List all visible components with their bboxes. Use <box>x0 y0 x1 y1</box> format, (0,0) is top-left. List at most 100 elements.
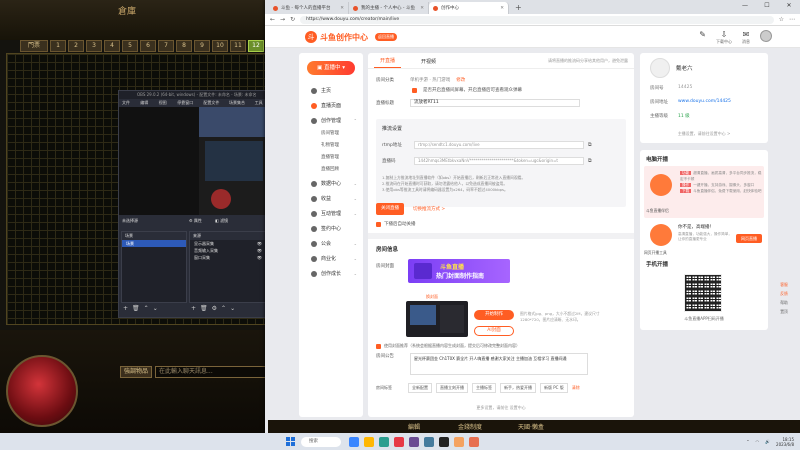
game-chat-input[interactable]: 在此輸入聊天訊息... <box>155 366 268 378</box>
category-edit-link[interactable]: 修改 <box>456 77 465 83</box>
sidebar-subitem[interactable]: 礼物管理 <box>299 140 363 152</box>
stash-tab[interactable]: 8 <box>176 40 192 52</box>
cover-thumbnail[interactable] <box>406 301 468 337</box>
live-title-input[interactable]: 流放者RT11 <box>410 99 580 107</box>
stash-tab-tickets[interactable]: 門票 <box>20 40 48 52</box>
close-icon[interactable]: ✕ <box>500 6 504 11</box>
stash-tab[interactable]: 6 <box>140 40 156 52</box>
profile-footer-link[interactable]: 主播设置，请前往设置中心 > <box>640 131 768 137</box>
scene-item[interactable]: 场景 <box>122 240 186 247</box>
obs-properties-button[interactable]: ⚙ 属性 <box>189 217 202 225</box>
taskbar-app-icon[interactable] <box>379 436 389 447</box>
back-to-top-button[interactable]: 置顶 <box>778 309 790 314</box>
stash-tab[interactable]: 2 <box>68 40 84 52</box>
stash-tab[interactable]: 11 <box>230 40 246 52</box>
profile-value[interactable]: www.douyu.com/14425 <box>678 99 731 105</box>
make-cover-button[interactable]: 开始制作 <box>474 310 514 320</box>
tag-chip[interactable]: 新手，热爱开播 <box>500 383 536 393</box>
stash-tab[interactable]: 4 <box>104 40 120 52</box>
close-icon[interactable]: ✕ <box>340 6 344 11</box>
eye-icon[interactable]: 👁 <box>257 240 262 247</box>
close-icon[interactable]: ✕ <box>420 6 424 11</box>
auto-close-checkbox[interactable] <box>376 221 381 227</box>
sidebar-item-guild[interactable]: 公会 ⌄ <box>299 236 363 251</box>
tag-chip[interactable]: 全新配置 <box>408 383 432 393</box>
stash-tab[interactable]: 5 <box>122 40 138 52</box>
tools-button[interactable]: ✎ <box>699 30 706 45</box>
taskbar-app-icon[interactable] <box>394 436 404 447</box>
forward-icon[interactable]: → <box>280 16 285 23</box>
source-item[interactable]: 显示器采集 👁 <box>190 240 266 247</box>
web-live-button[interactable]: 网页直播 <box>736 234 762 243</box>
tag-chip[interactable]: 主播标签 <box>472 383 496 393</box>
menu-icon[interactable]: ⋯ <box>789 16 795 23</box>
reload-icon[interactable]: ↻ <box>290 16 295 23</box>
gear-icon[interactable]: ⚙ <box>212 305 217 315</box>
obs-filters-button[interactable]: ◧ 滤镜 <box>215 217 228 225</box>
close-live-button[interactable]: 关闭直播 <box>376 203 404 215</box>
system-clock[interactable]: 18:15 2023/6/8 <box>776 437 794 447</box>
taskbar-app-icon[interactable] <box>439 436 449 447</box>
change-cover-link[interactable]: 换封面 <box>426 294 438 300</box>
taskbar-app-icon[interactable] <box>364 436 374 447</box>
browser-tab-active[interactable]: 创作中心 ✕ <box>429 2 509 14</box>
download-button[interactable]: ⇩ 下载中心 <box>716 30 732 45</box>
sidebar-item-income[interactable]: 收益 ⌄ <box>299 191 363 206</box>
notice-textarea[interactable]: 星光杯赛团金 Ch1T0X 赛全片 开人嗨直播 感谢大家关注 主播加油 互相学习… <box>410 353 588 375</box>
star-icon[interactable]: ☆ <box>779 16 784 23</box>
trash-icon[interactable]: 🗑 <box>200 305 208 315</box>
feedback-button[interactable]: 反馈 <box>778 291 790 296</box>
sidebar-subitem[interactable]: 房间管理 <box>299 128 363 140</box>
stash-tab[interactable]: 10 <box>212 40 228 52</box>
minimize-icon[interactable]: — <box>734 0 756 12</box>
obs-menu-item[interactable]: 文件(F) <box>122 99 134 112</box>
stash-tab[interactable]: 9 <box>194 40 210 52</box>
sidebar-item-growth[interactable]: 创作成长 ⌄ <box>299 266 363 281</box>
taskbar-search[interactable]: 搜索 <box>301 436 341 447</box>
more-settings-footer[interactable]: 更多设置，请前往 设置中心 <box>368 405 634 411</box>
stash-tab[interactable]: 3 <box>86 40 102 52</box>
tab-start-live[interactable]: 开直播 <box>374 57 402 68</box>
stream-key-input[interactable]: 1442hmqs3MEtbkvxaNnV********************… <box>414 157 584 165</box>
new-tab-button[interactable]: + <box>509 2 528 14</box>
clear-tags-link[interactable]: 清除 <box>572 385 580 391</box>
sidebar-subitem[interactable]: 直播管理 <box>299 152 363 164</box>
chevron-up-icon[interactable]: ⌃ <box>746 439 749 444</box>
back-icon[interactable]: ← <box>270 16 275 23</box>
eye-icon[interactable]: 👁 <box>257 247 262 254</box>
volume-icon[interactable]: 🔊 <box>765 439 770 444</box>
ai-cover-button[interactable]: AI封面 <box>474 326 514 336</box>
live-status-button[interactable]: ▣ 直播中 ▾ <box>307 61 355 75</box>
obs-menu-item[interactable]: 配置文件(P) <box>203 99 223 112</box>
taskbar-app-icon[interactable] <box>454 436 464 447</box>
wifi-icon[interactable]: ◠ <box>756 439 760 444</box>
url-input[interactable]: https://www.douyu.com/creator/main/live <box>300 15 774 24</box>
taskbar-app-icon[interactable] <box>424 436 434 447</box>
stash-tab[interactable]: 7 <box>158 40 174 52</box>
down-icon[interactable]: ⌄ <box>153 305 158 315</box>
back-to-live-badge[interactable]: 返回直播 <box>375 33 397 41</box>
sidebar-item-interaction[interactable]: 互动管理 ⌄ <box>299 206 363 221</box>
windows-start-icon[interactable] <box>286 437 295 446</box>
stash-tab[interactable]: 12 <box>248 40 264 52</box>
browser-tab[interactable]: 斗鱼 - 每个人的直播平台 ✕ <box>269 2 349 14</box>
trash-icon[interactable]: 🗑 <box>132 305 140 315</box>
highlight-items-button[interactable]: 強調物品 <box>120 366 153 378</box>
obs-menu-item[interactable]: 视图(V) <box>159 99 172 112</box>
screen-checkbox[interactable] <box>412 87 417 93</box>
tag-chip[interactable]: 直播立刻开播 <box>436 383 468 393</box>
taskbar-app-icon[interactable] <box>349 436 359 447</box>
close-window-icon[interactable]: ✕ <box>778 0 800 12</box>
obs-menu-item[interactable]: 停靠窗口(D) <box>177 99 197 112</box>
taskbar-app-icon[interactable] <box>409 436 419 447</box>
down-icon[interactable]: ⌄ <box>230 305 235 315</box>
rtmp-input[interactable]: rtmp://sendtc1.douyu.com/live <box>414 141 584 149</box>
live-companion-promo[interactable]: 功能 超清直播，画质高清，多平台同步推流，稳定不卡顿 操作 一键开播，支持游戏、摄像… <box>644 166 764 218</box>
sidebar-item-creation[interactable]: 创作管理 ⌃ <box>299 113 363 128</box>
sidebar-item-commerce[interactable]: 商业化 ⌄ <box>299 251 363 266</box>
obs-preview-canvas[interactable] <box>199 107 269 215</box>
tab-start-video[interactable]: 开视频 <box>415 58 442 68</box>
cover-recommend-checkbox[interactable] <box>376 343 381 349</box>
maximize-icon[interactable]: ☐ <box>756 0 778 12</box>
obs-menu-item[interactable]: 场景集合(S) <box>229 99 249 112</box>
